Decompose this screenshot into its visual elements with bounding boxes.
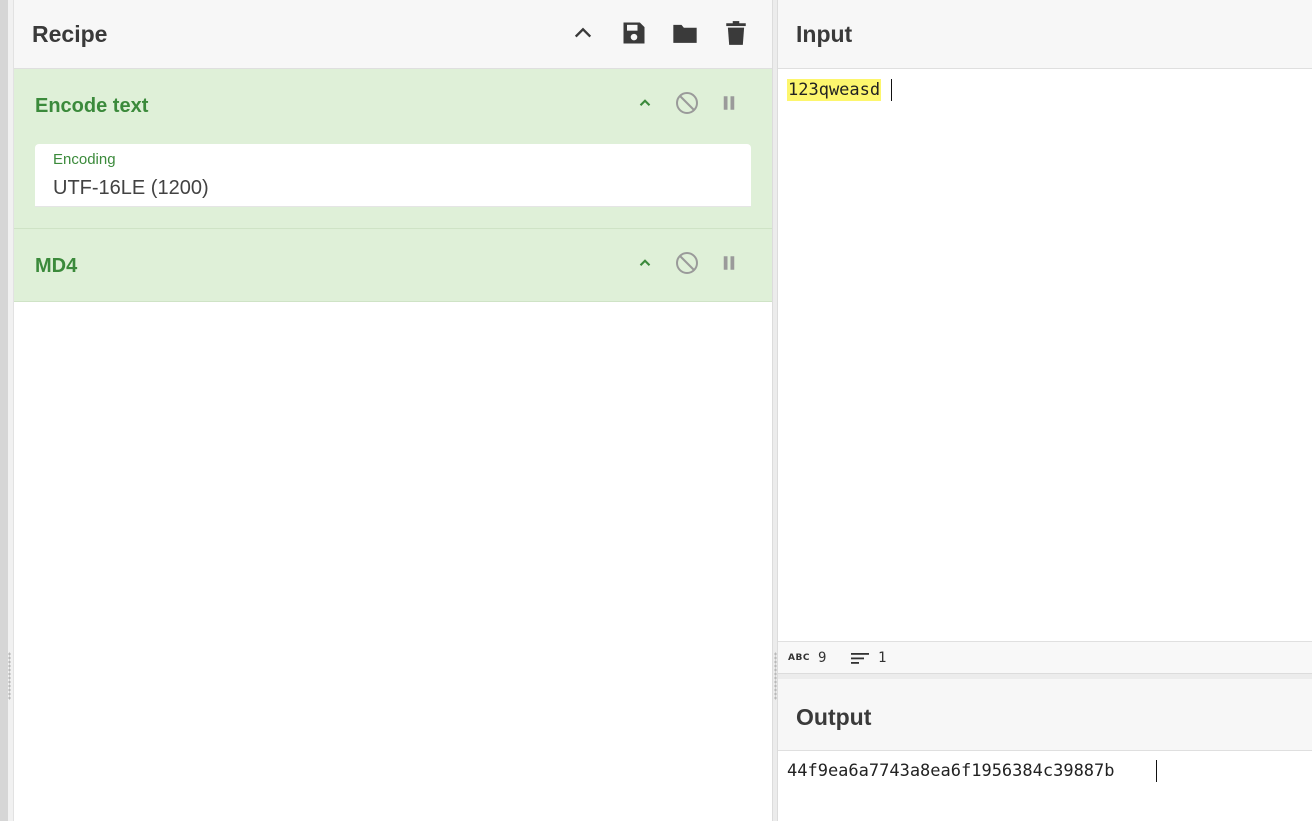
disable-icon	[676, 252, 698, 274]
recipe-header: Recipe	[14, 0, 772, 69]
encoding-value: UTF-16LE (1200)	[53, 177, 209, 199]
disable-operation-button[interactable]	[672, 248, 702, 278]
output-panel: Output 44f9ea6a7743a8ea6f1956384c39887b	[778, 679, 1312, 821]
disable-icon	[676, 92, 698, 114]
encoding-label: Encoding	[53, 151, 116, 168]
input-title: Input	[796, 21, 853, 47]
input-header: Input	[778, 0, 1312, 69]
output-textarea[interactable]: 44f9ea6a7743a8ea6f1956384c39887b	[787, 760, 1115, 782]
pause-icon	[723, 256, 735, 270]
left-resize-handle[interactable]	[8, 652, 11, 700]
collapse-operation-button[interactable]	[630, 88, 660, 118]
chevron-up-icon	[639, 259, 651, 266]
collapse-all-button[interactable]	[567, 16, 599, 50]
trash-icon	[726, 21, 746, 45]
input-status-bar: ABC 9 1	[778, 641, 1312, 673]
line-count: 1	[878, 650, 887, 666]
input-textarea[interactable]: 123qweasd	[787, 79, 882, 101]
recipe-panel: Recipe Encode text Encoding UTF-16LE (12…	[14, 0, 772, 821]
lines-icon	[851, 653, 869, 664]
folder-icon	[673, 24, 697, 43]
collapse-operation-button[interactable]	[630, 248, 660, 278]
pause-operation-button[interactable]	[714, 88, 744, 118]
output-header: Output	[778, 679, 1312, 751]
save-recipe-button[interactable]	[618, 16, 650, 50]
pause-operation-button[interactable]	[714, 248, 744, 278]
clear-recipe-button[interactable]	[720, 16, 752, 50]
char-count-stat: ABC 9	[788, 650, 826, 666]
encoding-select[interactable]: Encoding UTF-16LE (1200)	[35, 144, 751, 207]
output-title: Output	[796, 704, 872, 730]
operation-md4[interactable]: MD4	[14, 229, 772, 302]
chevron-up-icon	[639, 99, 651, 106]
text-cursor	[1156, 760, 1157, 782]
load-recipe-button[interactable]	[669, 16, 701, 50]
char-count: 9	[817, 650, 827, 666]
splitter-grip[interactable]	[774, 652, 777, 700]
chevron-up-icon	[574, 27, 592, 38]
operation-encode-text[interactable]: Encode text Encoding UTF-16LE (1200)	[14, 69, 772, 229]
text-cursor	[891, 79, 892, 101]
left-gutter	[0, 0, 8, 821]
line-count-stat: 1	[850, 650, 886, 666]
input-panel: Input 123qweasd	[778, 0, 1312, 641]
abc-icon: ABC	[788, 653, 810, 663]
save-icon	[623, 22, 645, 44]
operation-title: MD4	[35, 255, 78, 277]
recipe-title: Recipe	[32, 21, 108, 47]
operation-title: Encode text	[35, 95, 149, 117]
disable-operation-button[interactable]	[672, 88, 702, 118]
pause-icon	[723, 96, 735, 110]
